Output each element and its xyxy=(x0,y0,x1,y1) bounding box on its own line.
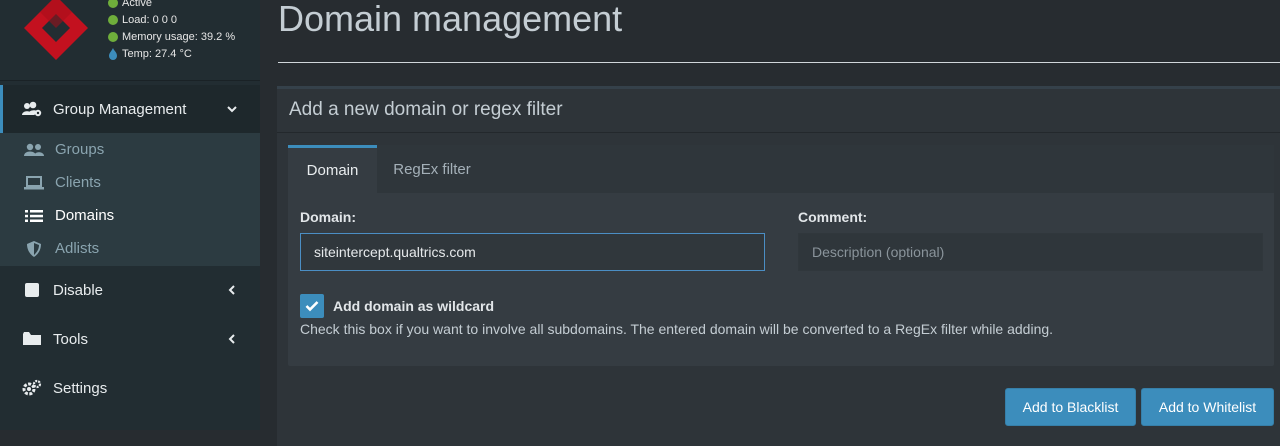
tab-regex-filter[interactable]: RegEx filter xyxy=(377,145,487,193)
chevron-left-icon xyxy=(228,334,235,344)
menu-disable[interactable]: Disable xyxy=(0,266,260,314)
status-memory: Memory usage: 39.2 % xyxy=(108,28,235,45)
status-dot-icon xyxy=(108,31,118,42)
folder-icon xyxy=(21,330,43,348)
menu-tools[interactable]: Tools xyxy=(0,315,260,363)
chevron-left-icon xyxy=(228,285,235,295)
users-cog-icon xyxy=(21,100,43,118)
sidebar-item-adlists[interactable]: Adlists xyxy=(0,232,260,265)
add-domain-panel: Add a new domain or regex filter Domain … xyxy=(277,86,1280,446)
tab-domain[interactable]: Domain xyxy=(288,145,377,193)
domain-input[interactable] xyxy=(300,233,765,271)
list-icon xyxy=(24,208,44,224)
submenu-group-management: Groups Clients Domains Adlists xyxy=(0,133,260,266)
cogs-icon xyxy=(21,379,43,397)
pihole-logo-icon[interactable] xyxy=(20,0,92,64)
fire-icon xyxy=(109,47,117,60)
sidebar-item-clients[interactable]: Clients xyxy=(0,166,260,199)
menu-settings[interactable]: Settings xyxy=(0,364,260,412)
page-title: Domain management xyxy=(278,0,623,39)
comment-input[interactable] xyxy=(798,233,1263,271)
title-divider xyxy=(278,62,1280,63)
tab-container: Domain RegEx filter Domain: Comment: Add… xyxy=(288,145,1274,366)
domain-label: Domain: xyxy=(300,209,356,225)
sidebar-item-groups[interactable]: Groups xyxy=(0,133,260,166)
sidebar: Active Load: 0 0 0 Memory usage: 39.2 % … xyxy=(0,0,260,430)
laptop-icon xyxy=(24,175,44,191)
menu-group-management[interactable]: Group Management xyxy=(0,85,260,133)
status-panel: Active Load: 0 0 0 Memory usage: 39.2 % … xyxy=(108,0,235,62)
add-to-whitelist-button[interactable]: Add to Whitelist xyxy=(1141,388,1274,426)
wildcard-label[interactable]: Add domain as wildcard xyxy=(333,298,494,314)
add-to-blacklist-button[interactable]: Add to Blacklist xyxy=(1005,388,1136,426)
status-dot-icon xyxy=(108,14,118,25)
status-active: Active xyxy=(108,0,235,11)
status-temp: Temp: 27.4 °C xyxy=(108,45,235,62)
chevron-down-icon xyxy=(227,106,237,113)
panel-title: Add a new domain or regex filter xyxy=(289,99,563,120)
panel-header: Add a new domain or regex filter xyxy=(277,89,1280,133)
status-load: Load: 0 0 0 xyxy=(108,11,235,28)
tab-bar: Domain RegEx filter xyxy=(288,145,1274,193)
comment-label: Comment: xyxy=(798,209,868,225)
users-icon xyxy=(24,142,44,158)
menu-label: Group Management xyxy=(53,100,187,118)
status-dot-icon xyxy=(108,0,118,8)
wildcard-help-text: Check this box if you want to involve al… xyxy=(300,321,1054,337)
shield-icon xyxy=(24,240,44,257)
wildcard-checkbox[interactable] xyxy=(300,294,324,318)
sidebar-item-domains[interactable]: Domains xyxy=(0,199,260,232)
stop-icon xyxy=(21,281,43,299)
logo-area: Active Load: 0 0 0 Memory usage: 39.2 % … xyxy=(0,0,260,81)
checkmark-icon xyxy=(305,301,319,312)
